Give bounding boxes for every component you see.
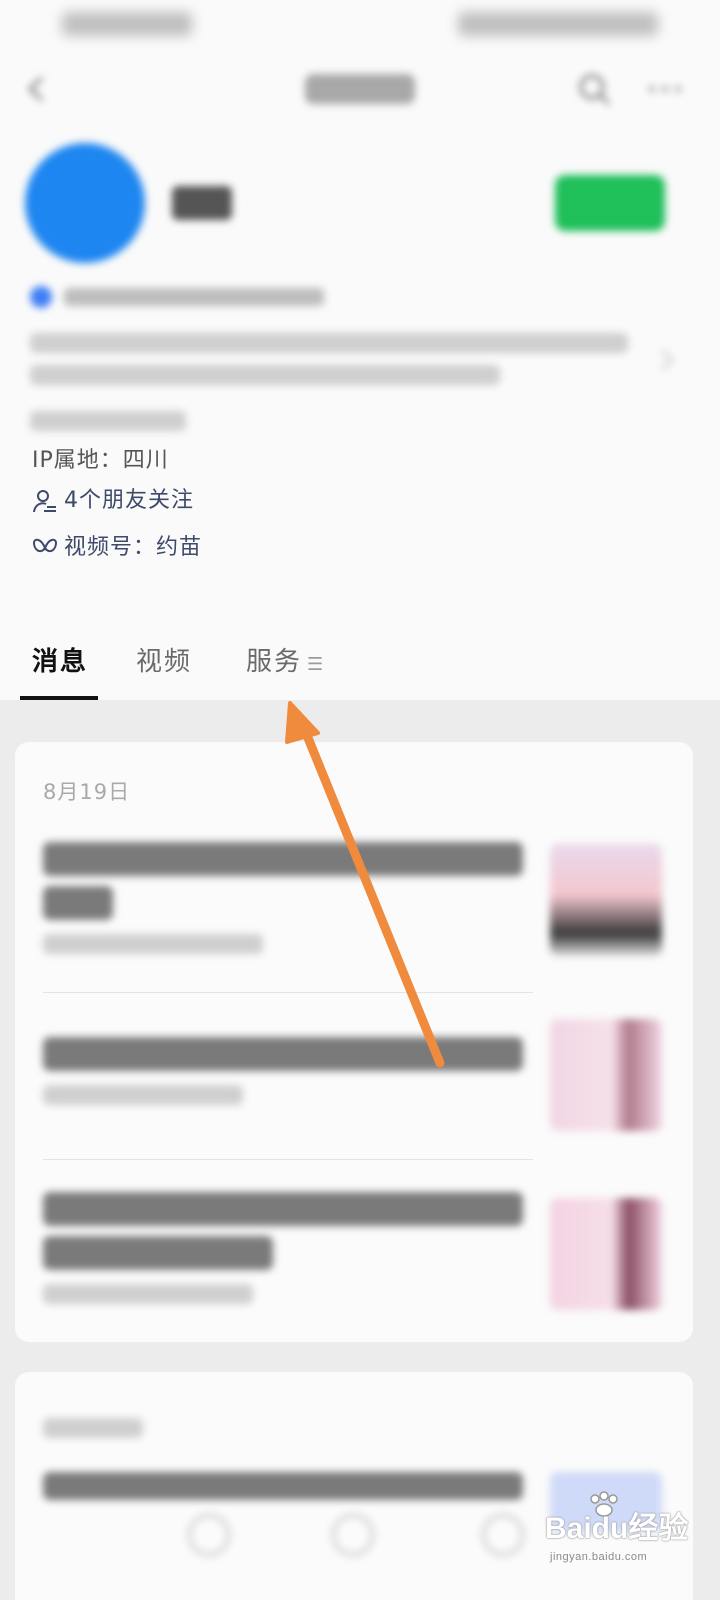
menu-icon-2[interactable] — [332, 1514, 374, 1556]
verification-row — [30, 284, 330, 310]
video-channel-row[interactable]: 视频号：约苗 — [32, 533, 202, 563]
friends-following-row[interactable]: 4个朋友关注 — [32, 486, 194, 516]
divider — [43, 992, 533, 993]
article-item[interactable] — [15, 842, 693, 982]
article-meta — [43, 1284, 253, 1304]
follow-button[interactable] — [555, 175, 665, 231]
menu-icon-1[interactable] — [188, 1514, 230, 1556]
wechat-official-account-page: IP属地：四川 4个朋友关注 视频号：约苗 消息 视频 服务 ☰ 8月19日 B… — [0, 0, 720, 1600]
description-line-1 — [30, 333, 628, 353]
tab-videos[interactable]: 视频 — [136, 642, 192, 682]
butterfly-icon — [32, 538, 58, 553]
status-bar — [0, 0, 720, 50]
watermark-brand: Baidu经验 — [545, 1512, 689, 1545]
article-count-text — [30, 411, 186, 431]
article-item[interactable] — [15, 1019, 693, 1177]
tab-bar: 消息 视频 服务 ☰ — [0, 632, 720, 702]
article-title-line-1 — [43, 1192, 523, 1226]
card-date-blurred — [43, 1418, 143, 1438]
divider — [43, 1159, 533, 1160]
card-date: 8月19日 — [43, 780, 131, 804]
ip-location: IP属地：四川 — [32, 448, 169, 473]
account-avatar[interactable] — [25, 143, 145, 263]
account-name — [172, 186, 232, 220]
video-channel-text: 视频号：约苗 — [64, 535, 203, 560]
article-title-line-2 — [43, 886, 113, 920]
article-item[interactable] — [15, 1192, 693, 1332]
baidu-jingyan-watermark: Baidu经验 jingyan.baidu.com — [545, 1491, 715, 1575]
navigation-bar — [0, 60, 720, 120]
article-meta — [43, 1085, 243, 1105]
person-outline-icon — [33, 490, 56, 513]
tab-services[interactable]: 服务 — [246, 642, 302, 682]
article-thumbnail — [550, 1019, 662, 1131]
status-bar-left-icons — [62, 12, 192, 36]
profile-section: IP属地：四川 4个朋友关注 视频号：约苗 消息 视频 服务 ☰ — [0, 0, 720, 713]
menu-lines-icon[interactable]: ☰ — [307, 654, 323, 675]
message-feed: 8月19日 — [0, 700, 720, 1600]
page-title — [305, 74, 415, 104]
article-title-line-1 — [43, 842, 523, 876]
verification-text — [64, 288, 324, 306]
message-card: 8月19日 — [15, 742, 693, 1342]
article-meta — [43, 934, 263, 954]
description-line-2 — [30, 365, 500, 385]
more-options-icon[interactable] — [640, 74, 690, 104]
tab-messages[interactable]: 消息 — [32, 642, 88, 682]
article-title-line-1 — [43, 1037, 523, 1071]
friends-following-text: 4个朋友关注 — [64, 488, 194, 513]
status-bar-right-icons — [458, 12, 658, 36]
article-thumbnail — [550, 1198, 662, 1310]
search-icon[interactable] — [575, 70, 615, 110]
watermark-url: jingyan.baidu.com — [550, 1551, 648, 1563]
chevron-right-icon[interactable] — [658, 348, 676, 372]
article-title-line-2 — [43, 1236, 273, 1270]
menu-icon-3[interactable] — [482, 1514, 524, 1556]
back-arrow-icon[interactable] — [22, 74, 52, 104]
article-thumbnail — [550, 844, 662, 956]
verified-badge-icon — [30, 286, 52, 308]
